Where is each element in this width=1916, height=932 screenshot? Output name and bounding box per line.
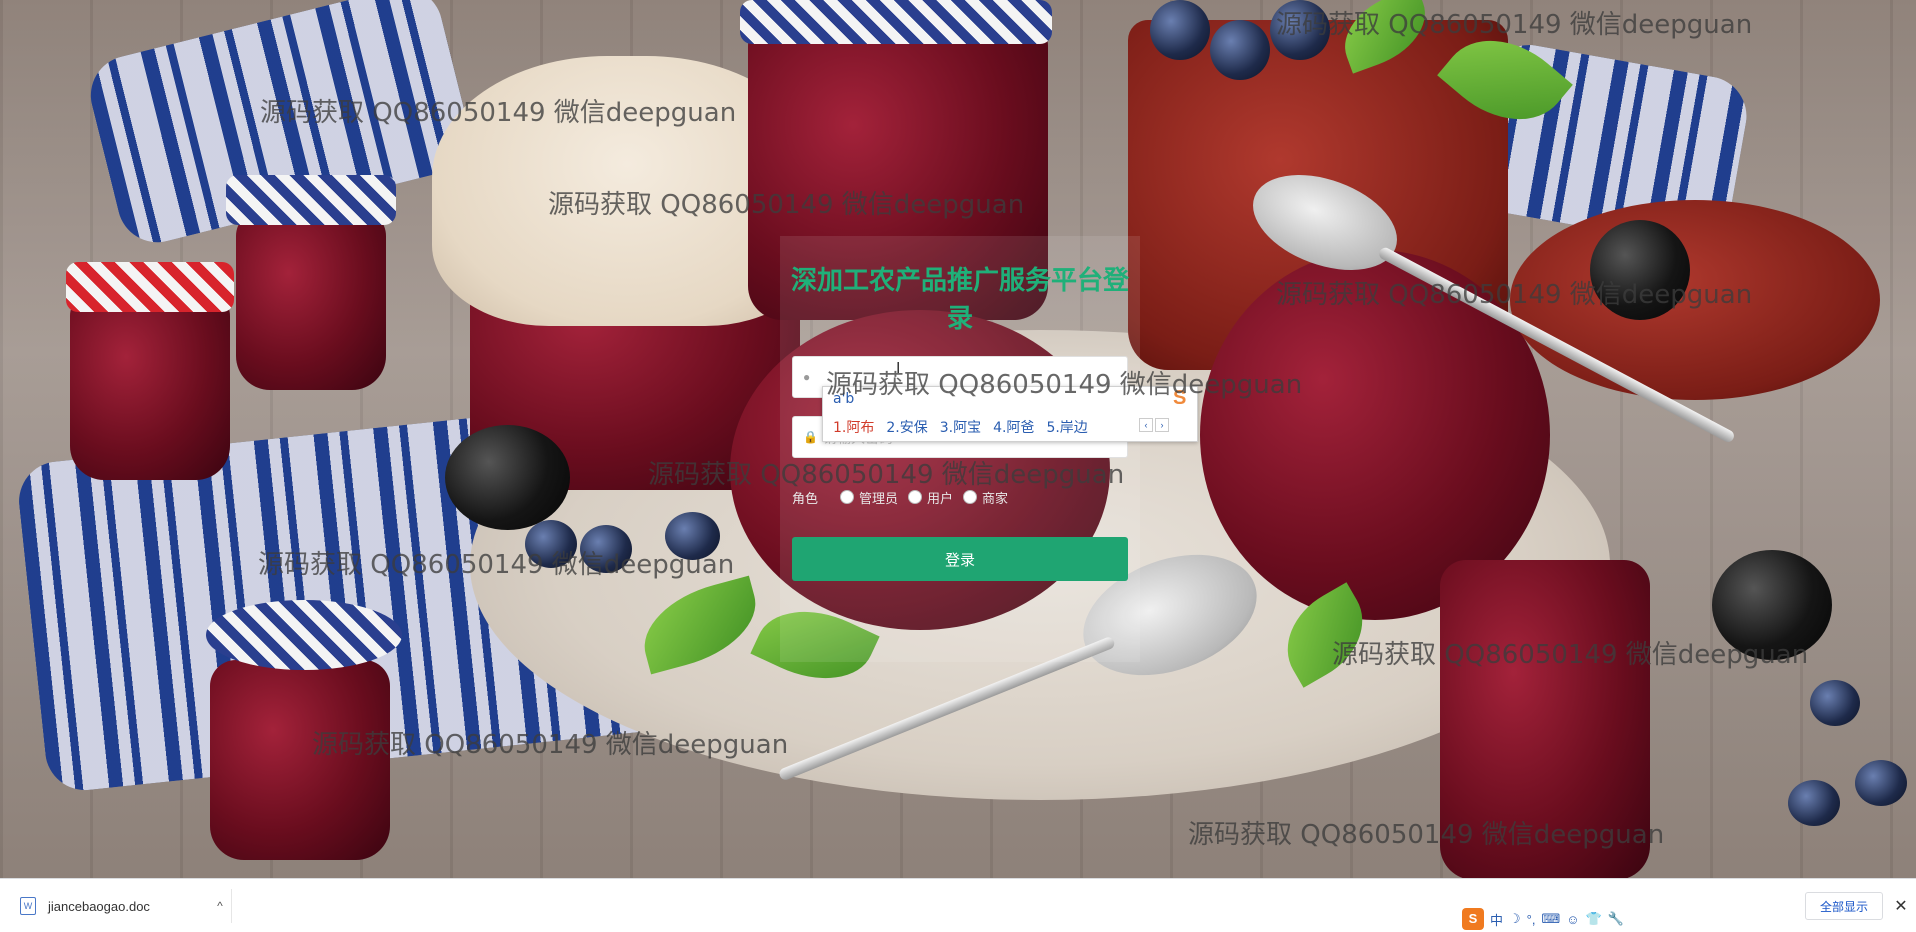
settings-wrench-icon[interactable]: 🔧 <box>1608 911 1624 927</box>
punctuation-icon[interactable]: °, <box>1527 912 1536 927</box>
blueberry <box>525 520 577 568</box>
user-icon[interactable]: ☺ <box>1566 912 1579 927</box>
role-label: 角色 <box>792 491 819 507</box>
ime-candidate[interactable]: 2.安保 <box>886 417 927 437</box>
ime-candidate[interactable]: 3.阿宝 <box>940 417 981 437</box>
blueberry <box>1150 0 1210 60</box>
role-option-label: 商家 <box>982 491 1009 507</box>
radio-circle[interactable] <box>840 490 855 504</box>
ime-pager: ‹ › <box>1139 418 1171 432</box>
clip-jar <box>1440 560 1650 878</box>
blackberry-3 <box>1712 550 1832 660</box>
keyboard-icon[interactable]: ⌨ <box>1541 911 1560 927</box>
red-lid-right <box>1510 200 1880 400</box>
close-icon[interactable]: ✕ <box>1892 896 1910 916</box>
show-all-downloads-button[interactable]: 全部显示 <box>1805 892 1883 920</box>
blackberry-1 <box>445 425 570 530</box>
lock-icon: 🔒 <box>803 430 818 444</box>
blueberry <box>1855 760 1907 806</box>
ime-status-toolbar: S 中 ☽ °, ⌨ ☺ 👕 🔧 <box>1462 908 1630 930</box>
role-selector: 角色 管理员 用户 商家 <box>792 486 1018 508</box>
small-jar-left <box>70 290 230 480</box>
doc-file-icon: W <box>20 897 36 915</box>
role-radio-merchant[interactable]: 商家 <box>963 488 1008 507</box>
blueberry <box>1788 780 1840 826</box>
small-jar-bottom <box>210 660 390 860</box>
ime-candidate[interactable]: 1.阿布 <box>833 417 874 437</box>
blueberry <box>665 512 720 560</box>
download-item[interactable]: W jiancebaogao.doc ^ <box>14 889 232 923</box>
user-icon: ● <box>803 370 811 384</box>
blueberry <box>1210 20 1270 80</box>
small-jar-2 <box>236 210 386 390</box>
role-option-label: 管理员 <box>859 491 899 507</box>
i-beam-cursor-icon: I <box>896 360 900 380</box>
sogou-logo-icon[interactable]: S <box>1462 908 1484 930</box>
radio-circle[interactable] <box>963 490 978 504</box>
ime-candidate-list: 1.阿布 2.安保 3.阿宝 4.阿爸 5.岸边 <box>833 417 1100 437</box>
blue-lid-bottom <box>206 600 402 670</box>
chevron-up-icon[interactable]: ^ <box>209 899 231 913</box>
ime-candidate[interactable]: 4.阿爸 <box>993 417 1034 437</box>
radio-circle[interactable] <box>908 490 923 504</box>
ime-pinyin: a'b <box>833 391 855 407</box>
half-width-icon[interactable]: ☽ <box>1509 911 1521 927</box>
blueberry <box>580 525 632 573</box>
sogou-logo-icon: S <box>1173 387 1187 409</box>
login-title: 深加工农产品推广服务平台登录 <box>790 266 1129 334</box>
ime-candidate-popup: a'b 1.阿布 2.安保 3.阿宝 4.阿爸 5.岸边 ‹ › S <box>822 386 1198 442</box>
blueberry <box>1810 680 1860 726</box>
ime-candidate[interactable]: 5.岸边 <box>1046 417 1087 437</box>
chinese-mode-icon[interactable]: 中 <box>1490 910 1503 929</box>
download-file-name[interactable]: jiancebaogao.doc <box>48 899 209 914</box>
blackberry-2 <box>1590 220 1690 320</box>
role-radio-user[interactable]: 用户 <box>908 488 953 507</box>
login-button[interactable]: 登录 <box>792 537 1128 581</box>
blue-lid <box>226 175 396 225</box>
ime-next-page-icon[interactable]: › <box>1155 418 1169 432</box>
skin-icon[interactable]: 👕 <box>1586 911 1602 927</box>
red-lid <box>66 262 234 312</box>
role-radio-admin[interactable]: 管理员 <box>840 488 898 507</box>
cassis-lid <box>740 0 1052 44</box>
role-option-label: 用户 <box>927 491 954 507</box>
ime-prev-page-icon[interactable]: ‹ <box>1139 418 1153 432</box>
blueberry <box>1270 0 1330 60</box>
